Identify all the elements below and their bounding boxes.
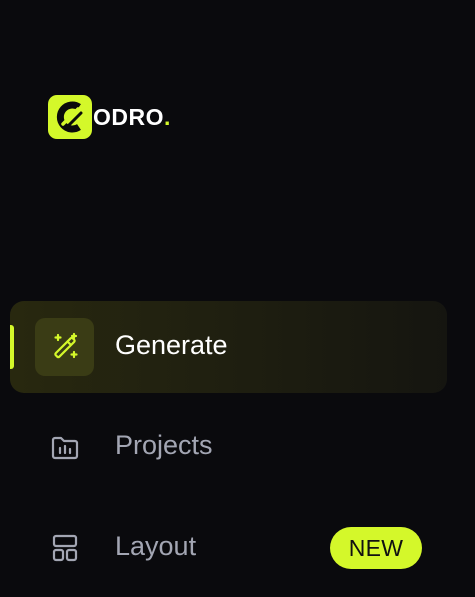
logo[interactable]: ODRO.	[48, 95, 170, 139]
folder-icon	[51, 436, 78, 460]
active-indicator	[10, 325, 14, 369]
sidebar-item-label: Generate	[115, 330, 228, 360]
projects-icon-box	[35, 418, 94, 476]
sidebar-item-projects[interactable]: Projects	[10, 401, 447, 493]
generate-icon-box	[35, 318, 94, 376]
logo-dot: .	[164, 103, 171, 130]
sidebar-item-generate[interactable]: Generate	[10, 301, 447, 393]
sidebar-item-layout[interactable]: Layout NEW	[10, 502, 447, 594]
sidebar: ODRO. Generate Projects Layout NEW	[0, 0, 475, 597]
sidebar-item-label: Layout	[115, 531, 197, 561]
logo-mark-icon	[48, 95, 92, 139]
sidebar-item-label: Projects	[115, 430, 213, 460]
magic-wand-icon	[53, 332, 78, 359]
new-badge: NEW	[330, 527, 422, 569]
layout-icon	[52, 534, 77, 562]
layout-icon-box	[35, 519, 94, 577]
logo-text: ODRO	[93, 103, 164, 130]
